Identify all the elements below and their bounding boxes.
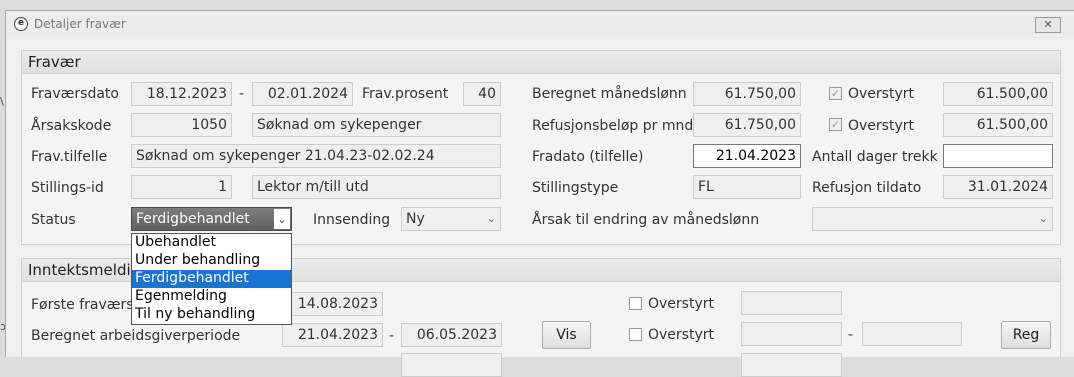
forste-fravaersdag-field[interactable]: 14.08.2023 <box>282 292 383 316</box>
status-option[interactable]: Under behandling <box>132 252 291 270</box>
status-option-selected[interactable]: Ferdigbehandlet <box>132 270 291 288</box>
arsakskode-field[interactable]: 1050 <box>131 113 232 137</box>
inntekt-overstyrt-checkbox-2[interactable] <box>629 328 642 341</box>
arsak-endring-label: Årsak til endring av månedslønn <box>532 212 760 228</box>
chevron-down-icon: ⌄ <box>1038 212 1048 225</box>
fravaer-heading: Fravær <box>22 51 1060 74</box>
overstyrt-label-1: Overstyrt <box>848 86 914 102</box>
frav-prosent-label: Frav.prosent <box>362 86 449 102</box>
fravaersdato-from-field[interactable]: 18.12.2023 <box>131 82 232 106</box>
frav-tilfelle-label: Frav.tilfelle <box>31 149 108 165</box>
refusjon-tildato-label: Refusjon tildato <box>812 180 922 196</box>
stillings-id-label: Stillings-id <box>31 180 104 196</box>
innsending-select-value: Ny <box>406 211 425 227</box>
antall-dager-trekk-label: Antall dager trekk <box>812 149 938 165</box>
refusjonsbelop-label: Refusjonsbeløp pr mnd <box>532 118 694 134</box>
app-icon: e <box>14 17 28 31</box>
innsending-label: Innsending <box>313 212 391 228</box>
stillings-id-field[interactable]: 1 <box>131 175 232 199</box>
reg-button[interactable]: Reg <box>1001 321 1051 349</box>
antall-dager-trekk-field[interactable] <box>943 144 1053 168</box>
inntekt-overstyrt-to-field[interactable] <box>862 322 962 346</box>
status-option[interactable]: Ubehandlet <box>132 234 291 252</box>
overstyrt-label-2: Overstyrt <box>848 118 914 134</box>
beregnet-manedslonn-field[interactable]: 61.750,00 <box>693 82 801 106</box>
refusjon-tildato-field[interactable]: 31.01.2024 <box>943 175 1053 199</box>
periode-date-separator: - <box>389 328 395 344</box>
arsak-endring-select[interactable]: ⌄ <box>812 207 1053 231</box>
frav-prosent-field[interactable]: 40 <box>463 82 501 106</box>
date-separator: - <box>239 86 245 102</box>
innsending-select[interactable]: Ny ⌄ <box>401 207 501 231</box>
refusjonsbelop-field[interactable]: 61.750,00 <box>693 113 801 137</box>
status-select[interactable]: Ferdigbehandlet ⌄ <box>131 207 292 231</box>
status-label: Status <box>31 212 76 228</box>
beregnet-manedslonn-label: Beregnet månedslønn <box>532 86 687 102</box>
stillingstype-field[interactable]: FL <box>693 175 801 199</box>
beregnet-arbeidsgiverperiode-label: Beregnet arbeidsgiverperiode <box>31 328 241 344</box>
stilling-text-field[interactable]: Lektor m/till utd <box>252 175 501 199</box>
stillingstype-label: Stillingstype <box>532 180 619 196</box>
status-dropdown-list: Ubehandlet Under behandling Ferdigbehand… <box>131 233 292 325</box>
fravaersdato-label: Fraværsdato <box>31 86 119 102</box>
arsakskode-text-field[interactable]: Søknad om sykepenger <box>252 113 501 137</box>
fradato-field[interactable]: 21.04.2023 <box>693 144 801 168</box>
chevron-down-icon: ⌄ <box>274 209 290 229</box>
close-button[interactable]: ✕ <box>1035 17 1061 33</box>
arsakskode-label: Årsakskode <box>31 118 112 134</box>
frav-tilfelle-field[interactable]: Søknad om sykepenger 21.04.23-02.02.24 <box>131 144 501 168</box>
title-bar[interactable]: e Detaljer fravær ✕ <box>6 11 1074 39</box>
overstyrt-value-field-1[interactable]: 61.500,00 <box>943 82 1053 106</box>
overstyrt-value-field-2[interactable]: 61.500,00 <box>943 113 1053 137</box>
status-option[interactable]: Til ny behandling <box>132 306 291 324</box>
window-title: Detaljer fravær <box>34 17 126 31</box>
inntekt-overstyrt-label-1: Overstyrt <box>648 296 714 312</box>
status-select-value: Ferdigbehandlet <box>136 211 250 227</box>
inntekt-overstyrt-separator: - <box>848 327 854 343</box>
overstyrt-checkbox-2[interactable]: ✓ <box>829 118 842 131</box>
status-option[interactable]: Egenmelding <box>132 288 291 306</box>
fravaersdato-to-field[interactable]: 02.01.2024 <box>252 82 353 106</box>
inntekt-overstyrt-checkbox-1[interactable] <box>629 297 642 310</box>
periode-from-field[interactable]: 21.04.2023 <box>282 323 383 347</box>
overstyrt-checkbox-1[interactable]: ✓ <box>829 87 842 100</box>
chevron-down-icon: ⌄ <box>486 212 496 225</box>
fradato-label: Fradato (tilfelle) <box>532 149 644 165</box>
inntekt-overstyrt-field-1[interactable] <box>741 291 842 315</box>
inntekt-overstyrt-from-field[interactable] <box>741 322 842 346</box>
inntekt-overstyrt-label-2: Overstyrt <box>648 327 714 343</box>
vis-button[interactable]: Vis <box>542 321 591 349</box>
periode-to-field[interactable]: 06.05.2023 <box>401 323 502 347</box>
